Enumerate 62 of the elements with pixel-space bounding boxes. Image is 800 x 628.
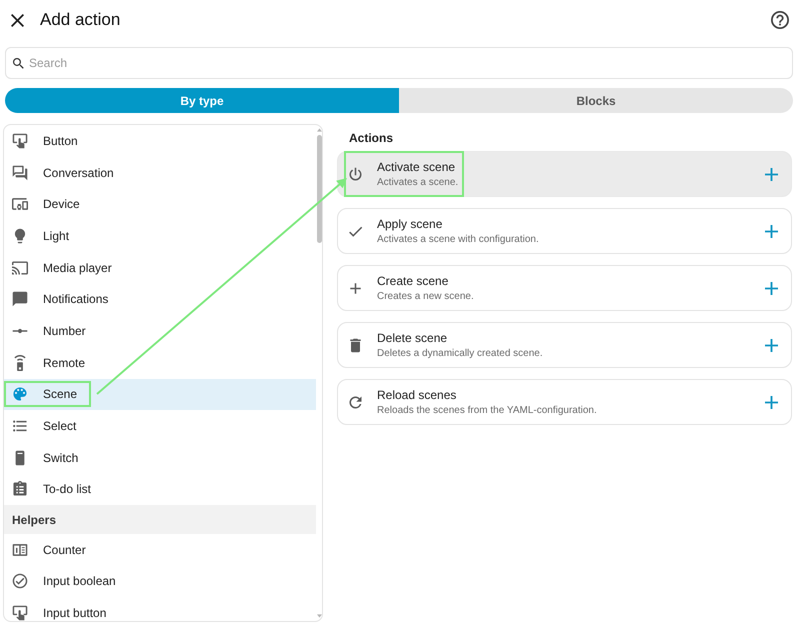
- reload-icon: [348, 394, 363, 410]
- plus-icon: [348, 280, 363, 296]
- clipboard-list-icon: [12, 481, 28, 498]
- action-description: Deletes a dynamically created scene.: [377, 348, 543, 360]
- action-title: Apply scene: [377, 216, 444, 230]
- category-item[interactable]: Input boolean: [4, 565, 316, 598]
- category-item[interactable]: Conversation: [4, 156, 316, 188]
- category-item[interactable]: Device: [4, 188, 316, 220]
- cast-icon: [12, 260, 28, 276]
- action-title: Create scene: [377, 274, 450, 288]
- power-icon: [348, 166, 363, 182]
- category-item[interactable]: Notifications: [4, 283, 316, 316]
- action-description: Creates a new scene.: [377, 290, 474, 302]
- action-card[interactable]: Apply scene Activates a scene with configuration.: [337, 208, 792, 254]
- section-title: Actions: [348, 130, 394, 146]
- action-description: Reloads the scenes from the YAML-configuration.: [377, 404, 597, 416]
- devices-icon: [12, 196, 28, 212]
- category-item[interactable]: Number: [4, 315, 316, 347]
- check-icon: [348, 224, 363, 238]
- action-card[interactable]: Activate scene Activates a scene.: [337, 151, 792, 197]
- trash-icon: [348, 338, 363, 352]
- category-item[interactable]: Input button: [4, 597, 316, 621]
- scroll-up-icon[interactable]: [316, 128, 322, 132]
- action-description: Activates a scene with configuration.: [377, 234, 539, 246]
- list-icon: [12, 418, 28, 434]
- category-item[interactable]: Media player: [4, 252, 316, 284]
- category-item[interactable]: To-do list: [4, 474, 316, 506]
- action-card[interactable]: Reload scenes Reloads the scenes from the YAML-configuration.: [337, 379, 792, 425]
- tap-button-icon: [12, 604, 28, 621]
- category-item[interactable]: Counter: [4, 534, 316, 566]
- action-title: Activate scene: [377, 160, 456, 174]
- search-icon: [13, 58, 24, 68]
- help-icon[interactable]: [771, 11, 789, 29]
- palette-icon: [12, 386, 28, 402]
- dialog-title: Add action: [40, 10, 122, 30]
- add-icon[interactable]: [765, 224, 778, 238]
- category-item[interactable]: Scene: [4, 378, 316, 410]
- tap-button-icon: [12, 132, 28, 149]
- close-icon[interactable]: [11, 14, 24, 26]
- chat-bubbles-icon: [12, 164, 28, 181]
- category-item[interactable]: Light: [4, 220, 316, 252]
- remote-icon: [12, 354, 28, 371]
- category-item[interactable]: Remote: [4, 346, 316, 378]
- section-header: Helpers: [4, 505, 316, 534]
- add-icon[interactable]: [765, 338, 778, 352]
- tab[interactable]: Blocks: [399, 88, 793, 113]
- scrollbar-thumb[interactable]: [316, 135, 322, 243]
- category-item[interactable]: Button: [4, 125, 316, 157]
- scroll-down-icon[interactable]: [316, 614, 322, 618]
- add-icon[interactable]: [765, 396, 778, 408]
- category-item[interactable]: Switch: [4, 442, 316, 474]
- action-card[interactable]: Delete scene Deletes a dynamically created scene.: [337, 322, 792, 368]
- category-item[interactable]: Select: [4, 410, 316, 442]
- message-icon: [12, 291, 28, 308]
- action-card[interactable]: Create scene Creates a new scene.: [337, 265, 792, 311]
- add-icon[interactable]: [765, 168, 778, 180]
- action-title: Delete scene: [377, 330, 448, 344]
- action-title: Reload scenes: [377, 388, 458, 402]
- action-description: Activates a scene.: [377, 176, 458, 188]
- add-icon[interactable]: [765, 282, 778, 294]
- counter-icon: [12, 542, 28, 558]
- lightbulb-icon: [12, 228, 28, 244]
